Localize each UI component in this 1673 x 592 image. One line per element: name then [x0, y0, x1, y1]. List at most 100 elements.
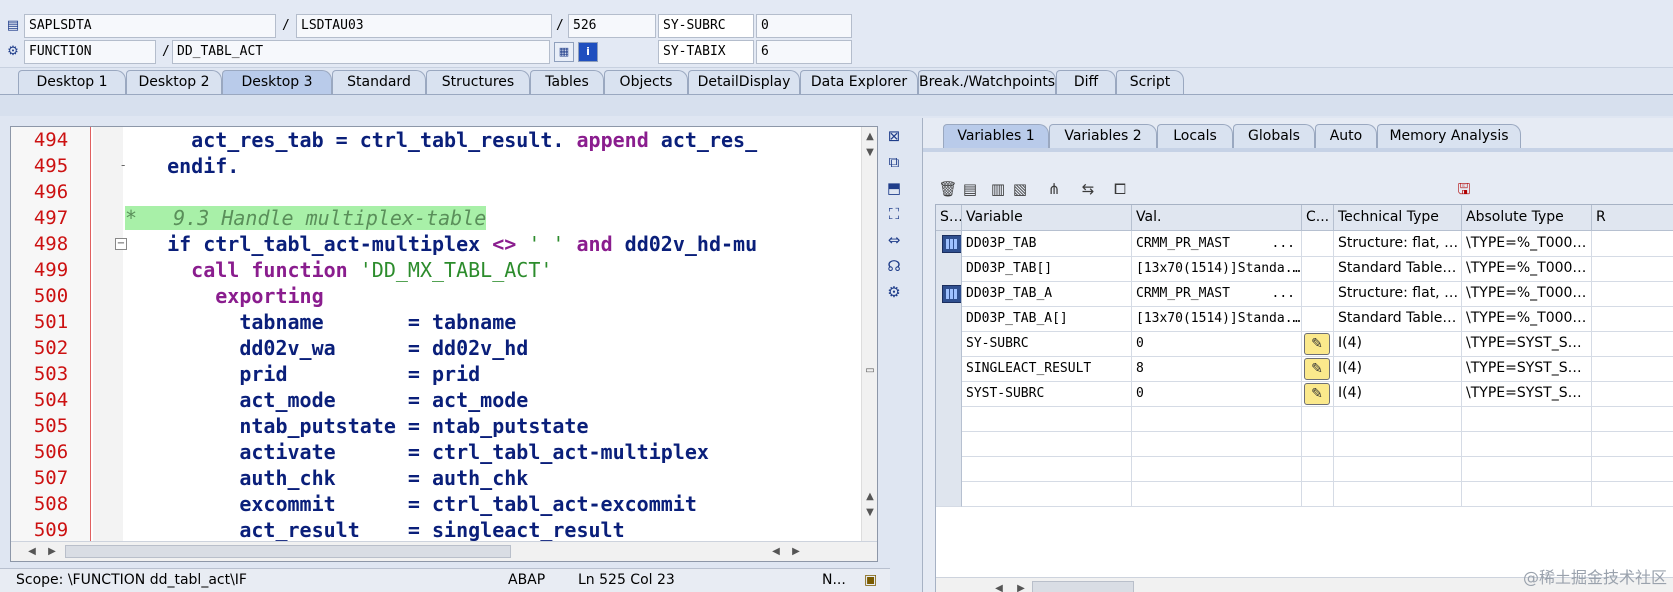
tab-objects[interactable]: Objects: [604, 70, 688, 94]
info-icon[interactable]: i: [578, 42, 598, 62]
tab-memory-analysis[interactable]: Memory Analysis: [1377, 124, 1521, 148]
tree-icon[interactable]: ⋔: [1043, 178, 1065, 200]
code-line[interactable]: 502 dd02v_wa = dd02v_hd: [11, 335, 877, 361]
include-field[interactable]: LSDTAU03: [296, 14, 552, 38]
column-header-value[interactable]: Val.: [1132, 205, 1302, 231]
more-text[interactable]: ...: [1272, 281, 1295, 306]
code-line[interactable]: 509 act_result = singleact_result: [11, 517, 877, 543]
row-selector[interactable]: [936, 406, 962, 432]
row-selector[interactable]: [936, 381, 962, 407]
scroll-thumb-icon[interactable]: ▭: [863, 363, 877, 379]
row-selector[interactable]: [936, 306, 962, 332]
code-line[interactable]: 505 ntab_putstate = ntab_putstate: [11, 413, 877, 439]
code-line[interactable]: 501 tabname = tabname: [11, 309, 877, 335]
code-line[interactable]: 499 call function 'DD_MX_TABL_ACT': [11, 257, 877, 283]
column-header-more[interactable]: R: [1592, 205, 1673, 231]
row-selector[interactable]: [936, 256, 962, 282]
change-cell[interactable]: [1302, 406, 1334, 432]
swap-icon[interactable]: ⇔: [884, 230, 904, 250]
row-selector[interactable]: [936, 231, 962, 257]
row-selector[interactable]: [936, 356, 962, 382]
empty-variable-row[interactable]: [936, 456, 1673, 482]
window-icon[interactable]: ⧠: [1109, 178, 1131, 200]
notes-icon[interactable]: ▣: [864, 569, 877, 591]
function-name-field[interactable]: DD_TABL_ACT: [172, 40, 550, 64]
source-code-editor[interactable]: 494 act_res_tab = ctrl_tabl_result. appe…: [10, 126, 878, 562]
variable-row[interactable]: DD03P_TAB[] [13x70(1514)]Standa... Standar…: [936, 256, 1673, 282]
trash-icon[interactable]: 🗑: [937, 178, 959, 200]
maximize-icon[interactable]: ⛶: [884, 204, 904, 224]
column-header-status[interactable]: S...: [936, 205, 962, 231]
change-cell[interactable]: [1302, 281, 1334, 307]
scroll-left-icon[interactable]: ◀: [769, 544, 783, 560]
split-icon[interactable]: ⬒: [884, 178, 904, 198]
export-icon[interactable]: ▧: [1009, 178, 1031, 200]
change-cell[interactable]: ✎: [1302, 356, 1334, 382]
editor-vertical-scrollbar[interactable]: ▲ ▼ ▭ ▲ ▼: [861, 127, 877, 543]
code-line[interactable]: 503 prid = prid: [11, 361, 877, 387]
code-line[interactable]: 500 exporting: [11, 283, 877, 309]
code-line[interactable]: 508 excommit = ctrl_tabl_act-excommit: [11, 491, 877, 517]
tab-desktop-3[interactable]: Desktop 3: [222, 70, 332, 94]
row-selector[interactable]: [936, 281, 962, 307]
variable-row[interactable]: DD03P_TAB CRMM_PR_MAST... Structure: flat,…: [936, 231, 1673, 257]
more-text[interactable]: ...: [1272, 231, 1295, 256]
change-cell[interactable]: ✎: [1302, 331, 1334, 357]
change-cell[interactable]: [1302, 456, 1334, 482]
new-window-icon[interactable]: ⧉: [884, 152, 904, 172]
editor-horizontal-scrollbar[interactable]: ◀ ▶ ◀ ▶: [11, 541, 877, 561]
code-line[interactable]: 497 * 9.3 Handle multiplex-table: [11, 205, 877, 231]
line-field[interactable]: 526: [568, 14, 656, 38]
details-icon[interactable]: ▤: [959, 178, 981, 200]
scroll-thumb[interactable]: [1032, 581, 1134, 592]
row-selector[interactable]: [936, 331, 962, 357]
code-line[interactable]: 495 endif.: [11, 153, 877, 179]
scroll-right-icon[interactable]: ▶: [45, 544, 59, 560]
change-cell[interactable]: [1302, 256, 1334, 282]
column-header-variable[interactable]: Variable: [962, 205, 1132, 231]
row-selector[interactable]: [936, 456, 962, 482]
tab-structures[interactable]: Structures: [426, 70, 530, 94]
tab-globals[interactable]: Globals: [1233, 124, 1315, 148]
empty-variable-row[interactable]: [936, 406, 1673, 432]
tab-desktop-1[interactable]: Desktop 1: [18, 70, 126, 94]
settings-icon[interactable]: ⚙: [884, 282, 904, 302]
scroll-right-icon[interactable]: ▶: [1014, 581, 1028, 592]
empty-variable-row[interactable]: [936, 481, 1673, 507]
variable-row[interactable]: DD03P_TAB_A[] [13x70(1514)]Standa... Stand…: [936, 306, 1673, 332]
scroll-right-icon[interactable]: ▶: [789, 544, 803, 560]
change-cell[interactable]: [1302, 481, 1334, 507]
code-line[interactable]: 507 auth_chk = auth_chk: [11, 465, 877, 491]
display-source-icon[interactable]: ▦: [554, 42, 574, 62]
collapse-icon[interactable]: −: [115, 238, 127, 250]
tab-standard[interactable]: Standard: [332, 70, 426, 94]
code-line[interactable]: 498 if ctrl_tabl_act-multiplex <> ' ' an…: [11, 231, 877, 257]
change-cell[interactable]: [1302, 306, 1334, 332]
tab-detaildisplay[interactable]: DetailDisplay: [688, 70, 800, 94]
change-cell[interactable]: [1302, 431, 1334, 457]
program-field[interactable]: SAPLSDTA: [24, 14, 276, 38]
pencil-icon[interactable]: ✎: [1304, 333, 1330, 355]
variable-row[interactable]: SINGLEACT_RESULT 8 ✎ I(4) \TYPE=SYST_SUB...: [936, 356, 1673, 382]
scroll-up-icon[interactable]: ▲: [863, 489, 877, 505]
tab-breakpoints[interactable]: Break./Watchpoints: [918, 70, 1056, 94]
scroll-down-icon[interactable]: ▼: [863, 145, 877, 161]
tab-data-explorer[interactable]: Data Explorer: [800, 70, 918, 94]
tab-tables[interactable]: Tables: [530, 70, 604, 94]
scroll-down-icon[interactable]: ▼: [863, 505, 877, 521]
empty-variable-row[interactable]: [936, 431, 1673, 457]
tab-desktop-2[interactable]: Desktop 2: [126, 70, 222, 94]
change-cell[interactable]: ✎: [1302, 381, 1334, 407]
tab-diff[interactable]: Diff: [1056, 70, 1116, 94]
code-line[interactable]: 504 act_mode = act_mode: [11, 387, 877, 413]
scroll-left-icon[interactable]: ◀: [25, 544, 39, 560]
row-selector[interactable]: [936, 431, 962, 457]
scroll-up-icon[interactable]: ▲: [863, 129, 877, 145]
scroll-thumb[interactable]: [65, 545, 511, 558]
column-header-technical-type[interactable]: Technical Type: [1334, 205, 1462, 231]
variable-row[interactable]: DD03P_TAB_A CRMM_PR_MAST... Structure: fla…: [936, 281, 1673, 307]
save-icon[interactable]: 🖫: [1453, 178, 1475, 200]
column-header-absolute-type[interactable]: Absolute Type: [1462, 205, 1592, 231]
column-header-change[interactable]: C...: [1302, 205, 1334, 231]
pencil-icon[interactable]: ✎: [1304, 383, 1330, 405]
